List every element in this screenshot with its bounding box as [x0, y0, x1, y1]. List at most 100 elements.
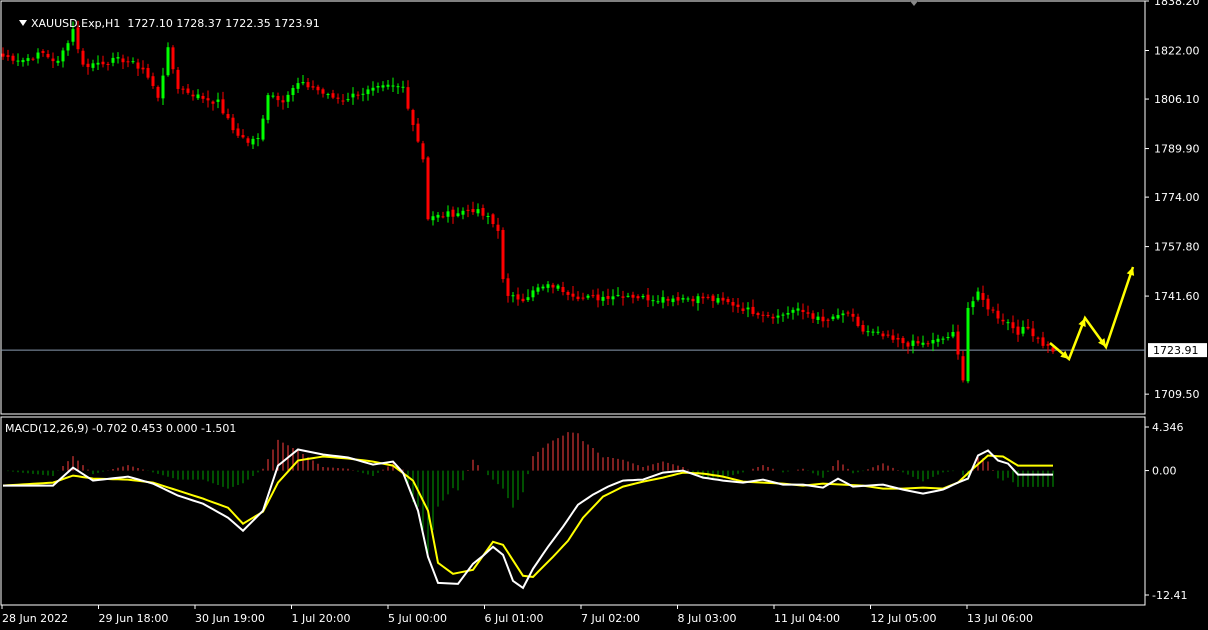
candle-body: [166, 47, 170, 76]
candle-body: [796, 308, 800, 311]
candle-body: [701, 296, 705, 299]
candle-body: [456, 213, 460, 217]
candle-body: [561, 287, 565, 293]
candle-body: [1031, 328, 1035, 337]
candle-body: [1006, 322, 1010, 324]
candle-body: [901, 337, 905, 344]
candle-body: [1021, 326, 1025, 334]
candle-body: [506, 278, 510, 296]
candle-body: [371, 87, 375, 91]
candle-body: [856, 316, 860, 326]
candle-body: [651, 300, 655, 302]
candle-body: [476, 209, 480, 214]
candle-body: [941, 338, 945, 340]
candle-body: [136, 62, 140, 69]
candle-body: [491, 214, 495, 225]
candle-body: [731, 302, 735, 306]
candle-body: [221, 99, 225, 114]
candle-body: [321, 89, 325, 94]
candle-body: [111, 57, 115, 63]
candle-body: [421, 143, 425, 160]
time-axis-label-6: 7 Jul 02:00: [581, 612, 640, 625]
trading-chart[interactable]: 1838.20 1822.00 1806.10 1789.90 1774.00 1757.…: [0, 0, 1208, 627]
candle-body: [161, 75, 165, 99]
symbol-info-bar[interactable]: XAUUSD.Exp,H1 1727.10 1728.37 1722.35 17…: [5, 4, 320, 43]
candle-body: [91, 63, 95, 68]
candle-body: [626, 295, 630, 297]
candle-body: [596, 294, 600, 301]
candle-body: [706, 296, 710, 298]
candle-body: [441, 216, 445, 218]
candle-body: [896, 337, 900, 340]
candle-body: [216, 99, 220, 102]
candle-body: [976, 291, 980, 300]
candle-body: [351, 93, 355, 98]
chart-canvas[interactable]: 1838.20 1822.00 1806.10 1789.90 1774.00 1757.…: [0, 0, 1208, 627]
candle-body: [426, 157, 430, 220]
candle-body: [381, 85, 385, 88]
candle-body: [296, 83, 300, 89]
candle-body: [46, 53, 50, 58]
current-price-label: 1723.91: [1153, 344, 1199, 357]
candle-body: [481, 208, 485, 216]
candle-body: [936, 338, 940, 342]
candle-body: [691, 298, 695, 302]
price-axis-label-0: 1838.20: [1154, 0, 1200, 8]
candle-body: [271, 95, 275, 97]
candle-body: [201, 95, 205, 99]
candle-body: [736, 304, 740, 308]
candle-body: [741, 308, 745, 311]
candle-body: [636, 296, 640, 299]
candle-body: [751, 306, 755, 314]
candle-body: [641, 295, 645, 298]
candle-body: [846, 312, 850, 314]
candle-body: [921, 342, 925, 345]
candle-body: [291, 87, 295, 95]
price-axis-label-3: 1789.90: [1154, 143, 1200, 156]
candle-body: [16, 60, 20, 62]
candle-body: [791, 309, 795, 313]
candle-body: [906, 342, 910, 347]
candle-body: [576, 296, 580, 300]
candle-body: [816, 316, 820, 321]
candle-body: [926, 343, 930, 345]
candle-body: [326, 94, 330, 96]
symbol-label: XAUUSD.Exp,H1: [31, 17, 121, 30]
candle-body: [996, 310, 1000, 319]
candle-body: [226, 114, 230, 119]
candle-body: [246, 138, 250, 143]
candle-body: [686, 298, 690, 300]
candle-body: [991, 309, 995, 311]
candle-body: [431, 216, 435, 221]
candle-body: [761, 314, 765, 316]
time-axis-label-0: 28 Jun 2022: [2, 612, 68, 625]
macd-axis-label-0: 4.346: [1152, 421, 1184, 434]
candle-body: [771, 316, 775, 319]
macd-axis-label-2: -12.41: [1152, 589, 1187, 602]
candle-body: [276, 95, 280, 101]
candle-body: [1036, 337, 1040, 339]
candle-body: [176, 69, 180, 89]
candle-body: [336, 97, 340, 99]
candle-body: [806, 312, 810, 314]
candle-body: [621, 296, 625, 298]
price-axis-label-5: 1757.80: [1154, 241, 1200, 254]
candle-body: [126, 61, 130, 63]
candle-body: [841, 313, 845, 316]
candle-body: [1001, 319, 1005, 322]
candle-body: [266, 95, 270, 120]
candle-body: [886, 334, 890, 336]
candle-body: [1011, 322, 1015, 329]
candle-body: [141, 67, 145, 70]
candle-body: [566, 291, 570, 295]
candle-body: [781, 314, 785, 316]
candle-body: [871, 331, 875, 333]
candle-body: [1016, 326, 1020, 335]
price-axis-label-6: 1741.60: [1154, 290, 1200, 303]
candle-body: [386, 84, 390, 87]
candle-body: [116, 57, 120, 59]
symbol-dropdown-icon[interactable]: [19, 20, 27, 26]
candle-body: [746, 307, 750, 310]
candle-body: [811, 313, 815, 319]
candle-body: [591, 295, 595, 297]
